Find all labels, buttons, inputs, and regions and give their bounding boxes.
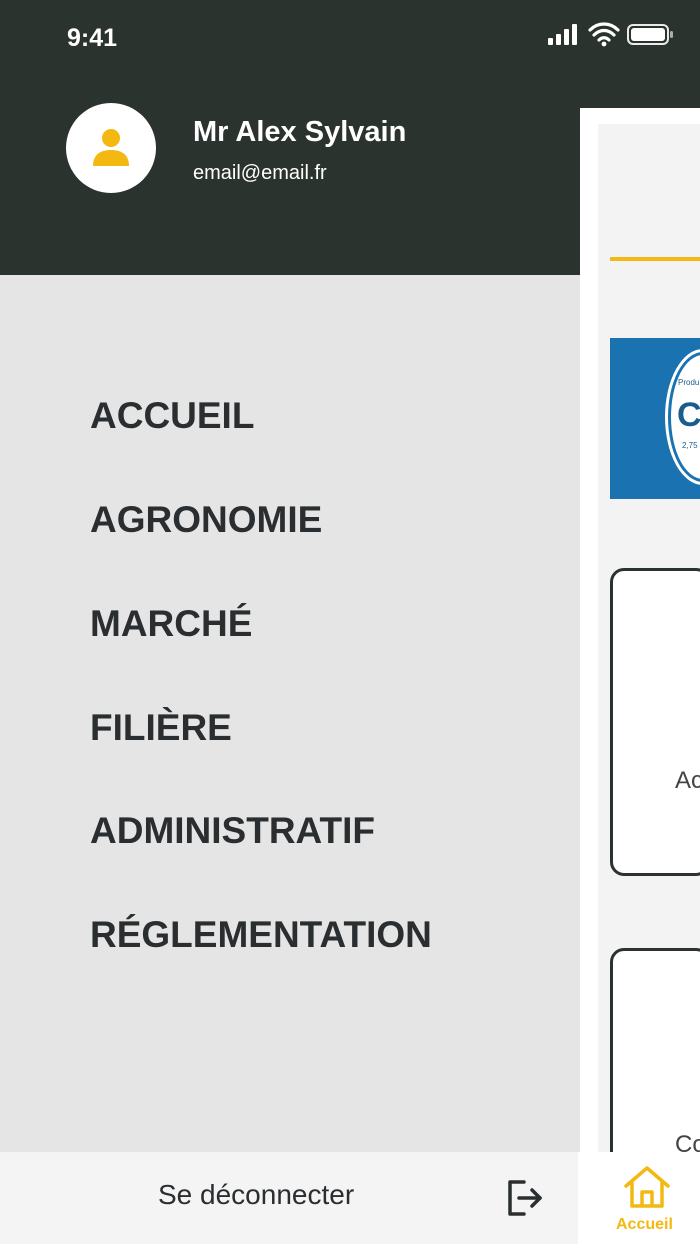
banner-image[interactable]: Produ CE 2,75 [610,338,700,499]
status-icons [546,22,676,48]
battery-icon [627,24,673,45]
menu-item-marche[interactable]: MARCHÉ [90,603,252,645]
menu-item-agronomie[interactable]: AGRONOMIE [90,499,322,541]
menu-item-reglementation[interactable]: RÉGLEMENTATION [90,914,432,956]
status-bar: 9:41 [0,0,700,80]
user-name: Mr Alex Sylvain [193,116,407,148]
badge-small-text: Produ [678,378,700,387]
home-icon[interactable] [622,1164,672,1210]
badge-text: CE [677,396,700,434]
status-time: 9:41 [67,24,118,52]
background-content: Produ CE 2,75 Ac Co [598,124,700,1188]
user-email: email@email.fr [193,162,327,184]
menu-item-filiere[interactable]: FILIÈRE [90,707,232,749]
wifi-icon [588,22,620,47]
background-page: Produ CE 2,75 Ac Co [580,108,700,1244]
user-icon [93,129,129,166]
content-card[interactable]: Ac [610,568,700,876]
badge-small-text-bottom: 2,75 [682,441,698,450]
logout-button[interactable]: Se déconnecter [158,1179,354,1211]
menu-item-administratif[interactable]: ADMINISTRATIF [90,810,375,852]
logout-icon[interactable] [506,1178,546,1218]
drawer-menu: ACCUEIL AGRONOMIE MARCHÉ FILIÈRE ADMINIS… [0,275,580,1152]
navigation-drawer: Mr Alex Sylvain email@email.fr ACCUEIL A… [0,0,580,1244]
tab-home-label[interactable]: Accueil [616,1216,673,1234]
card-label: Ac [675,767,700,794]
signal-icon [548,24,577,45]
tab-indicator [610,257,700,261]
avatar[interactable] [66,103,156,193]
menu-item-accueil[interactable]: ACCUEIL [90,395,254,437]
bottom-tab-bar: Accueil [578,1152,700,1244]
drawer-footer: Se déconnecter [0,1152,578,1244]
